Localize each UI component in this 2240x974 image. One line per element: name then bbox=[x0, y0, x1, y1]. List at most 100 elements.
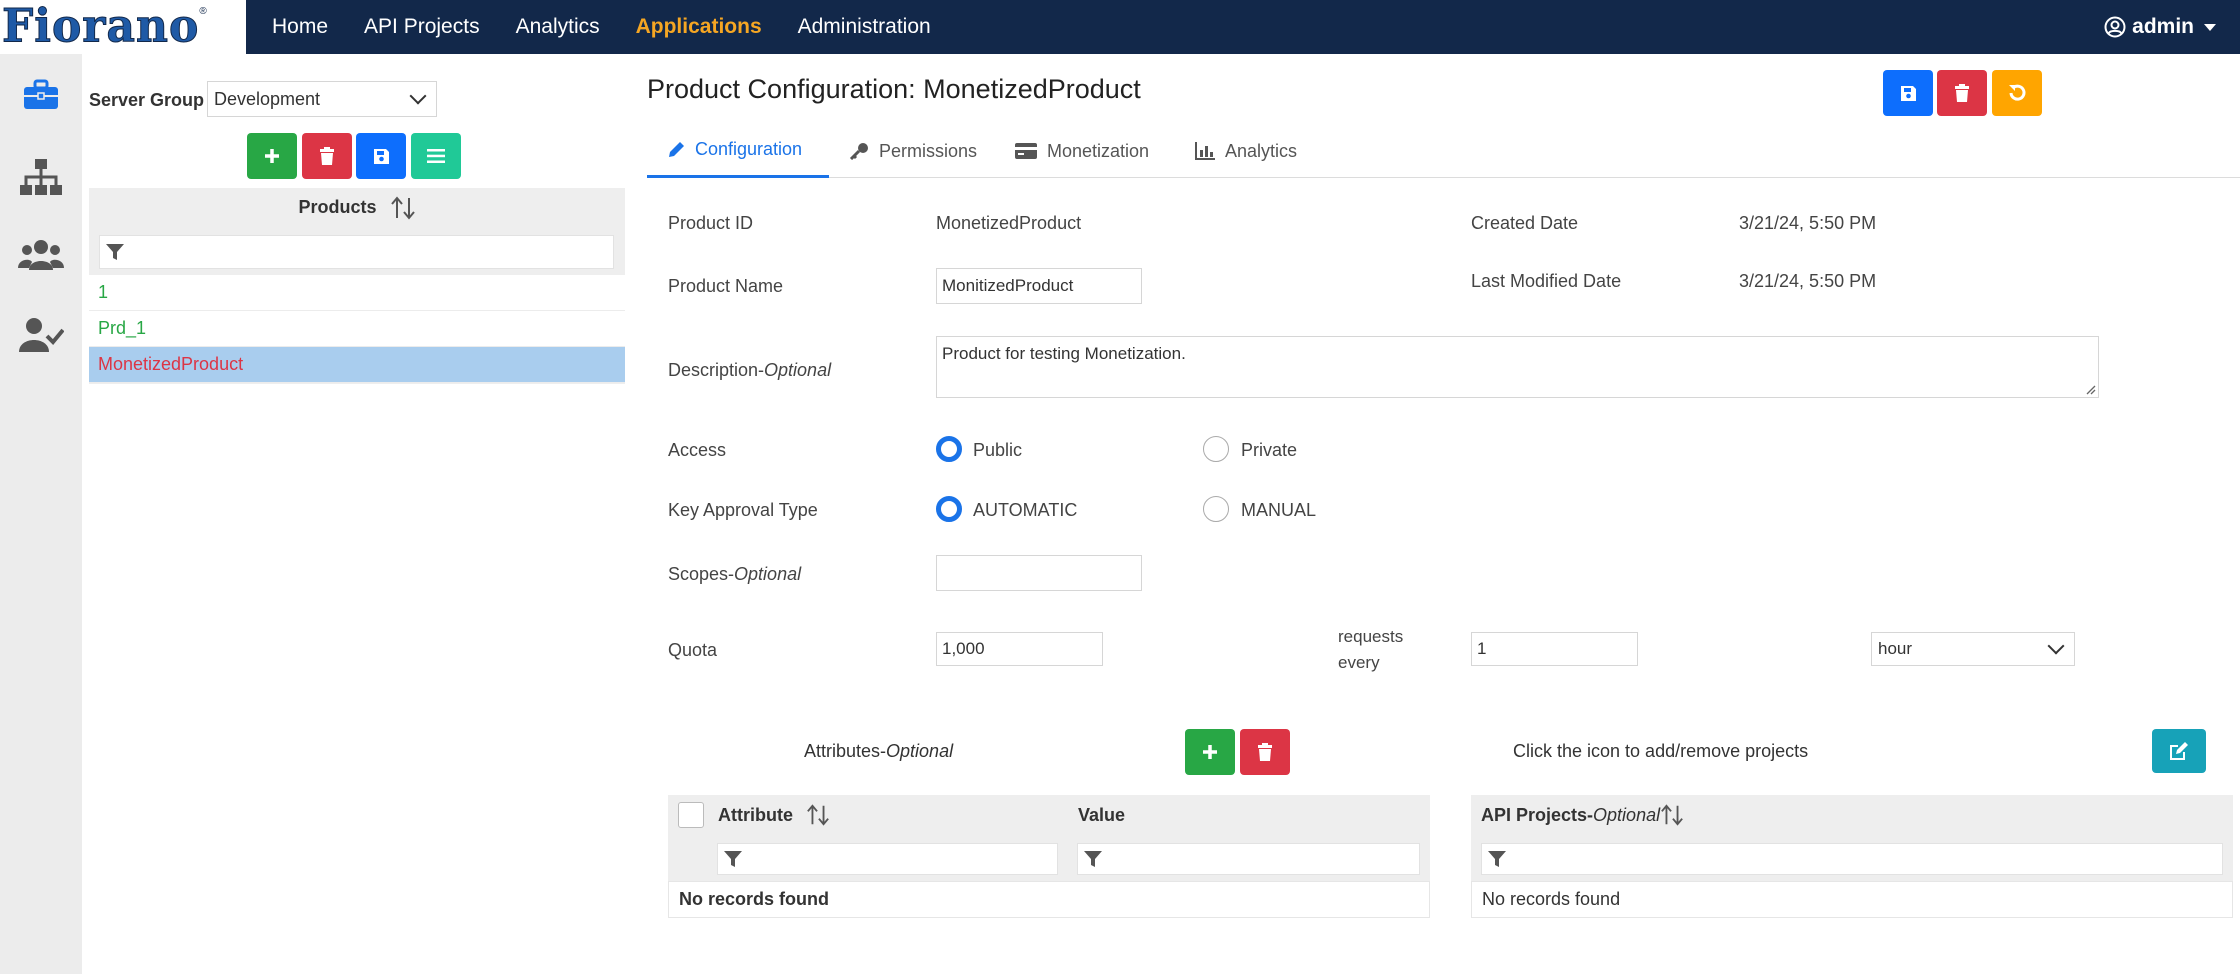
interval-unit-select[interactable]: hour bbox=[1871, 632, 2075, 666]
nav-home[interactable]: Home bbox=[272, 15, 328, 39]
tab-label: Configuration bbox=[695, 139, 803, 159]
edit-projects-button[interactable] bbox=[2152, 729, 2206, 773]
access-public-label: Public bbox=[973, 440, 1023, 460]
interval-input[interactable]: 1 bbox=[1471, 632, 1638, 666]
description-textarea[interactable]: Product for testing Monetization. bbox=[936, 336, 2099, 398]
delete-button[interactable] bbox=[1937, 70, 1987, 116]
add-product-button[interactable] bbox=[247, 133, 297, 179]
quota-value: 1,000 bbox=[942, 639, 985, 658]
resize-handle-icon[interactable] bbox=[2084, 383, 2096, 395]
products-column-title: Products bbox=[298, 196, 377, 217]
top-navbar: Fiorano ® Home API Projects Analytics Ap… bbox=[0, 0, 2240, 54]
interval-value: 1 bbox=[1477, 639, 1487, 658]
briefcase-icon[interactable] bbox=[18, 72, 64, 118]
add-attribute-button[interactable] bbox=[1185, 729, 1235, 775]
product-row-1[interactable]: 1 bbox=[89, 275, 625, 311]
attribute-filter-input[interactable] bbox=[717, 843, 1058, 875]
nav-analytics[interactable]: Analytics bbox=[516, 15, 600, 39]
save-icon bbox=[373, 148, 389, 164]
delete-attribute-button[interactable] bbox=[1240, 729, 1290, 775]
created-date-label: Created Date bbox=[1471, 213, 1579, 233]
scopes-label: Scopes-Optional bbox=[668, 564, 802, 584]
every-label: every bbox=[1338, 653, 1380, 672]
api-projects-column-header[interactable]: API Projects-Optional bbox=[1481, 805, 1660, 826]
product-id-value: MonetizedProduct bbox=[936, 213, 1082, 233]
delete-product-button[interactable] bbox=[302, 133, 352, 179]
last-modified-value: 3/21/24, 5:50 PM bbox=[1739, 271, 1877, 291]
products-filter-input[interactable] bbox=[99, 235, 614, 269]
main-nav: Home API Projects Analytics Applications… bbox=[272, 0, 967, 54]
scopes-input[interactable] bbox=[936, 555, 1142, 591]
created-date-value: 3/21/24, 5:50 PM bbox=[1739, 213, 1877, 233]
chevron-down-icon bbox=[2204, 23, 2216, 31]
save-button[interactable] bbox=[1883, 70, 1933, 116]
edit-icon bbox=[2170, 742, 2188, 760]
tab-permissions[interactable]: Permissions bbox=[849, 124, 977, 178]
reset-button[interactable] bbox=[1992, 70, 2042, 116]
select-all-checkbox[interactable] bbox=[678, 802, 704, 828]
sort-icon[interactable] bbox=[390, 196, 416, 220]
interval-unit-value: hour bbox=[1878, 639, 1913, 658]
left-rail bbox=[0, 54, 82, 974]
save-icon bbox=[1900, 85, 1916, 101]
users-icon[interactable] bbox=[18, 232, 64, 278]
user-check-icon[interactable] bbox=[18, 312, 64, 358]
projects-hint: Click the icon to add/remove projects bbox=[1513, 741, 1809, 761]
tab-label: Analytics bbox=[1225, 140, 1298, 161]
key-approval-automatic-radio[interactable] bbox=[936, 496, 962, 522]
nav-administration[interactable]: Administration bbox=[798, 15, 931, 39]
attributes-title: Attributes-Optional bbox=[804, 741, 954, 761]
tab-analytics[interactable]: Analytics bbox=[1195, 124, 1297, 178]
trash-icon bbox=[1955, 84, 1969, 102]
access-private-label: Private bbox=[1241, 440, 1298, 460]
sort-icon[interactable] bbox=[806, 803, 830, 827]
page-title: Product Configuration: MonetizedProduct bbox=[647, 74, 1141, 104]
attributes-empty-message: No records found bbox=[668, 881, 1430, 918]
save-product-button[interactable] bbox=[356, 133, 406, 179]
quota-label: Quota bbox=[668, 640, 718, 660]
requests-label: requests bbox=[1338, 627, 1404, 646]
credit-card-icon bbox=[1015, 143, 1037, 159]
user-circle-icon bbox=[2104, 16, 2126, 38]
quota-input[interactable]: 1,000 bbox=[936, 632, 1103, 666]
key-approval-label: Key Approval Type bbox=[668, 500, 818, 520]
value-filter-input[interactable] bbox=[1077, 843, 1420, 875]
server-group-value: Development bbox=[214, 88, 321, 109]
user-menu[interactable]: admin bbox=[2104, 0, 2216, 54]
key-approval-manual-radio[interactable] bbox=[1203, 496, 1229, 522]
access-public-radio[interactable] bbox=[936, 436, 962, 462]
trash-icon bbox=[320, 147, 334, 165]
products-list-title[interactable]: Products bbox=[89, 196, 625, 220]
product-id-label: Product ID bbox=[668, 213, 754, 233]
tab-configuration[interactable]: Configuration bbox=[647, 124, 829, 178]
fiorano-logo[interactable]: Fiorano ® bbox=[0, 0, 246, 54]
tab-monetization[interactable]: Monetization bbox=[1015, 124, 1149, 178]
sitemap-icon[interactable] bbox=[18, 154, 64, 200]
server-group-select[interactable]: Development bbox=[207, 81, 437, 117]
plus-icon bbox=[265, 149, 279, 163]
nav-api-projects[interactable]: API Projects bbox=[364, 15, 480, 39]
product-row-label: MonetizedProduct bbox=[98, 354, 244, 374]
product-row-prd-1[interactable]: Prd_1 bbox=[89, 311, 625, 347]
projects-filter-input[interactable] bbox=[1481, 843, 2223, 875]
product-row-monetizedproduct[interactable]: MonetizedProduct bbox=[89, 347, 625, 383]
sort-icon[interactable] bbox=[1660, 803, 1684, 827]
undo-icon bbox=[2009, 84, 2026, 101]
filter-icon bbox=[1488, 851, 1506, 867]
access-private-radio[interactable] bbox=[1203, 436, 1229, 462]
attribute-column-header[interactable]: Attribute bbox=[718, 805, 793, 826]
projects-empty-message: No records found bbox=[1471, 881, 2233, 918]
access-label: Access bbox=[668, 440, 727, 460]
description-label: Description-Optional bbox=[668, 360, 832, 380]
chevron-down-icon bbox=[2047, 637, 2065, 655]
bar-chart-icon bbox=[1195, 142, 1215, 160]
logo-text: Fiorano bbox=[1, 0, 200, 54]
product-name-input[interactable]: MonitizedProduct bbox=[936, 268, 1142, 304]
trash-icon bbox=[1258, 743, 1272, 761]
user-name: admin bbox=[2132, 15, 2194, 38]
key-approval-automatic-label: AUTOMATIC bbox=[973, 500, 1078, 520]
nav-applications[interactable]: Applications bbox=[636, 15, 762, 39]
filter-icon bbox=[724, 851, 742, 867]
filter-icon bbox=[106, 244, 124, 260]
list-view-button[interactable] bbox=[411, 133, 461, 179]
